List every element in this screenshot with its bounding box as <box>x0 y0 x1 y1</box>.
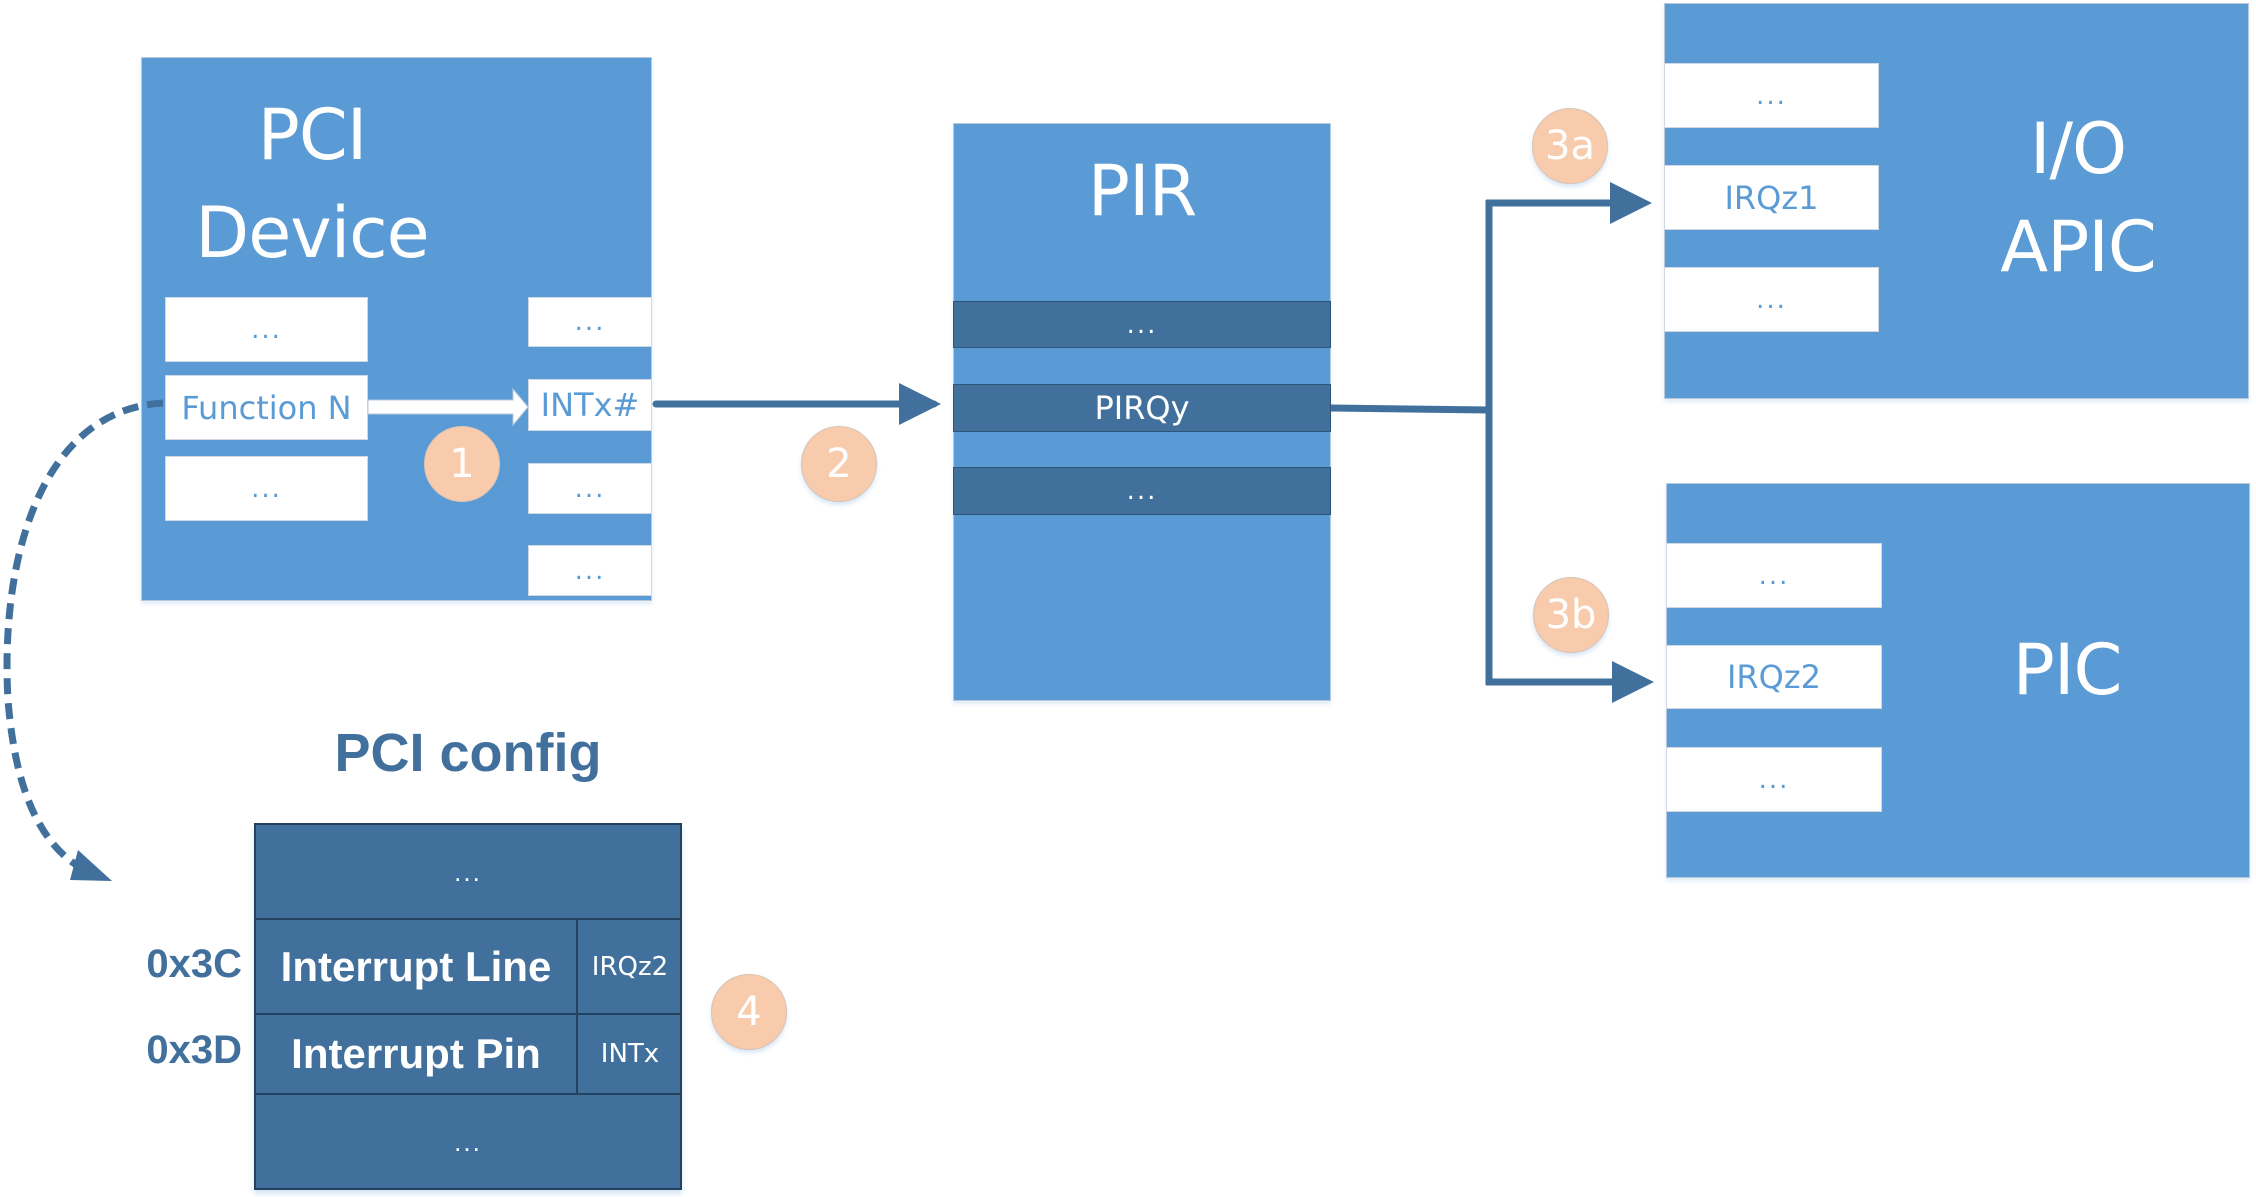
pir-to-junction-line <box>1330 404 1490 414</box>
step-badge-2: 2 <box>801 426 877 502</box>
interrupt-pin-field: Interrupt Pin <box>256 1015 578 1095</box>
intx-pin-row: INTx# <box>528 379 652 431</box>
function-row-1-label: ... <box>251 314 282 345</box>
pci-config-bottom-row: ... <box>256 1095 680 1188</box>
pirqy-label: PIRQy <box>1094 389 1190 427</box>
pic-input-1-label: ... <box>1758 560 1790 591</box>
function-row-1: ... <box>165 297 368 362</box>
step-badge-3a: 3a <box>1532 108 1608 184</box>
pin-row-1: ... <box>528 297 652 347</box>
pin-row-3: ... <box>528 463 652 514</box>
pin-row-4: ... <box>528 545 652 596</box>
interrupt-pin-label: Interrupt Pin <box>291 1030 541 1077</box>
step-badge-4: 4 <box>711 974 787 1050</box>
interrupt-pin-value: INTx <box>578 1015 682 1095</box>
pic-title: PIC <box>2012 629 2123 711</box>
step-badge-1: 1 <box>424 426 500 502</box>
interrupt-line-value-label: IRQz2 <box>591 951 669 982</box>
function-to-config-dashed-arrow <box>3 399 164 876</box>
interrupt-line-value: IRQz2 <box>578 920 682 1015</box>
pin-row-4-label: ... <box>574 555 606 586</box>
pir-entry-3: ... <box>953 467 1331 515</box>
function-row-3: ... <box>165 456 368 521</box>
pir-entry-1-label: ... <box>1126 309 1158 340</box>
pin-row-1-label: ... <box>574 307 606 337</box>
interrupt-pin-value-label: INTx <box>600 1039 660 1069</box>
io-apic-input-1-label: ... <box>1756 80 1787 111</box>
irqz1-label: IRQz1 <box>1724 178 1819 217</box>
pci-device-title-line1: PCI <box>257 94 368 176</box>
function-row-3-label: ... <box>251 473 282 504</box>
pirqy-entry: PIRQy <box>953 384 1331 432</box>
interrupt-line-field: Interrupt Line <box>256 920 578 1015</box>
interrupt-line-label: Interrupt Line <box>280 942 552 990</box>
pir-entry-1: ... <box>953 301 1331 348</box>
pci-config-table: ... Interrupt Line IRQz2 Interrupt Pin I… <box>254 823 682 1190</box>
intx-pin-label: INTx# <box>540 386 640 424</box>
irqz2-label: IRQz2 <box>1726 658 1821 696</box>
offset-0x3d: 0x3D <box>146 1028 242 1072</box>
dashed-arrowhead-icon <box>70 850 112 881</box>
pci-device-title: PCI Device <box>142 86 482 282</box>
io-apic-input-3-label: ... <box>1756 284 1787 315</box>
pci-config-top-row-label: ... <box>454 856 482 887</box>
io-apic-input-3: ... <box>1664 267 1879 332</box>
pin-row-3-label: ... <box>574 473 606 504</box>
io-apic-title: I/O APIC <box>1908 100 2248 296</box>
pci-config-top-row: ... <box>256 825 680 920</box>
pic-input-3: ... <box>1666 747 1882 812</box>
irqz1-input: IRQz1 <box>1664 165 1879 230</box>
function-n-row: Function N <box>165 375 368 440</box>
io-apic-title-line1: I/O <box>2029 108 2127 190</box>
pci-config-bottom-row-label: ... <box>454 1126 482 1157</box>
pir-title: PIR <box>1087 150 1198 232</box>
step-badge-3b: 3b <box>1533 577 1609 653</box>
io-apic-title-line2: APIC <box>2000 206 2157 288</box>
pci-config-title: PCI config <box>334 723 602 783</box>
irqz2-input: IRQz2 <box>1666 645 1882 709</box>
io-apic-input-1: ... <box>1664 63 1879 128</box>
offset-0x3c: 0x3C <box>146 942 242 986</box>
pir-entry-3-label: ... <box>1126 476 1158 506</box>
pic-input-1: ... <box>1666 543 1882 608</box>
pic-input-3-label: ... <box>1758 764 1790 795</box>
function-n-label: Function N <box>181 388 352 427</box>
pci-device-title-line2: Device <box>195 192 429 274</box>
